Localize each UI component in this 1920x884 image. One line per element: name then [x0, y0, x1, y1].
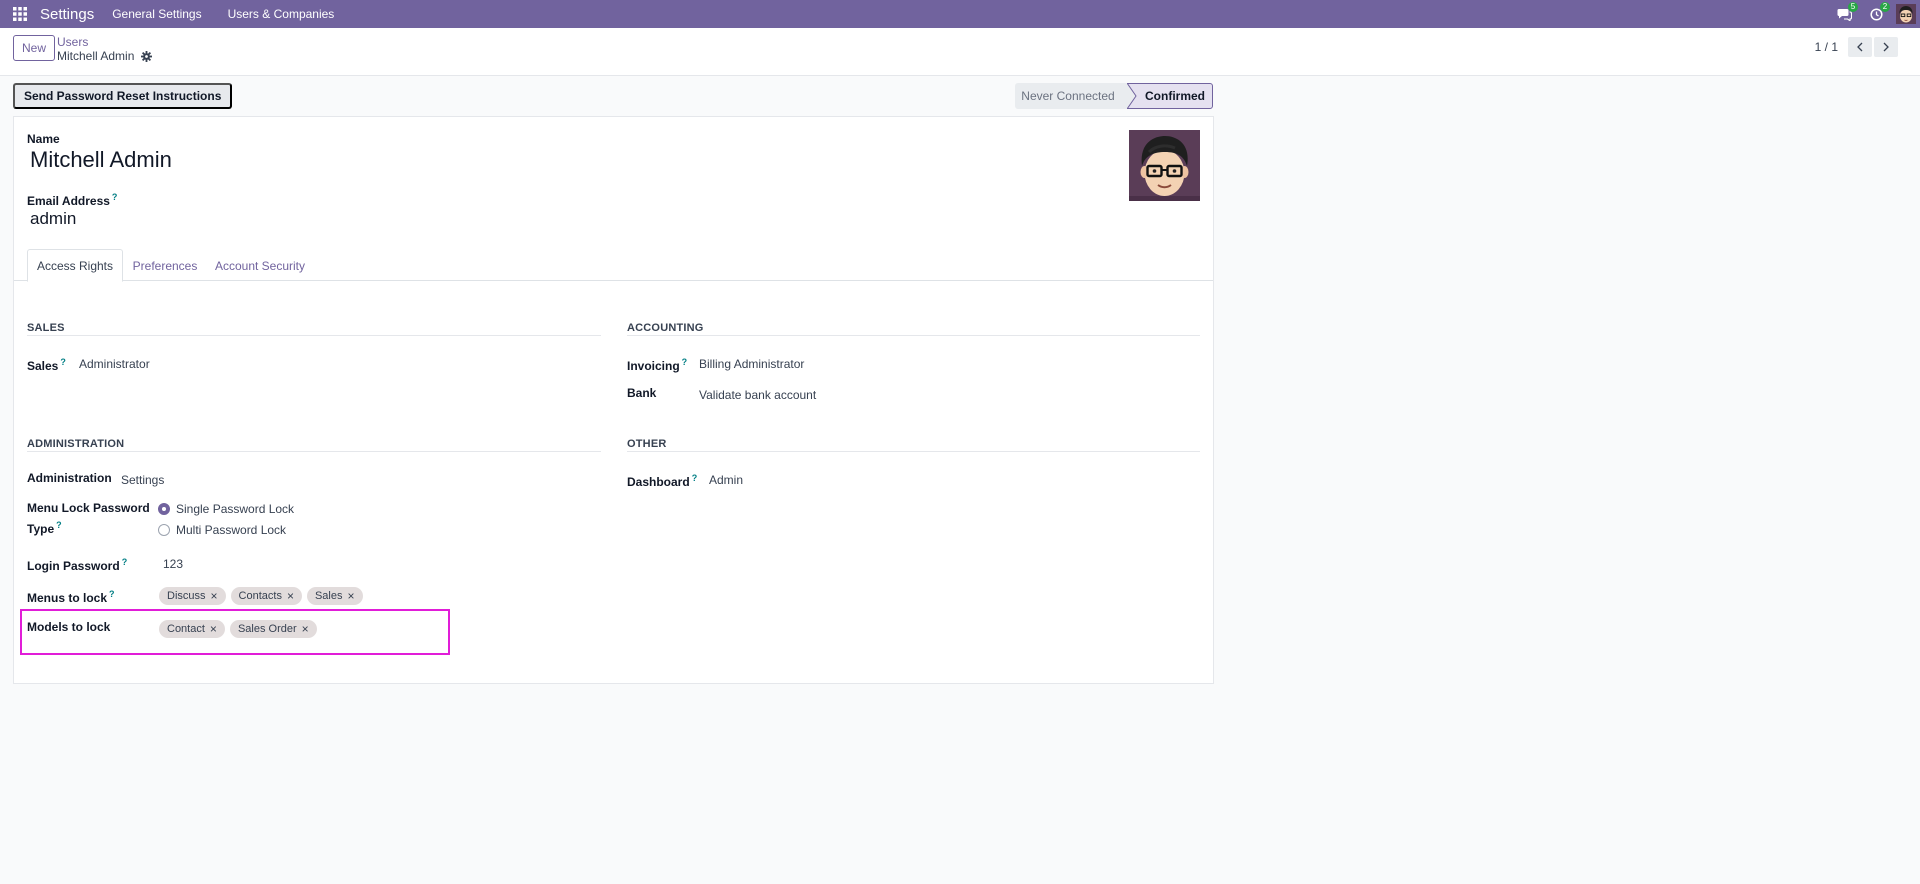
- group-title-administration: ADMINISTRATION: [27, 438, 125, 450]
- status-arrow-icon: [1127, 83, 1137, 109]
- menus-to-lock-tags[interactable]: Discuss × Contacts × Sales ×: [159, 587, 368, 605]
- menus-to-lock-label-text: Menus to lock: [27, 591, 108, 605]
- breadcrumb-current-label: Mitchell Admin: [57, 49, 135, 63]
- group-title-accounting: ACCOUNTING: [627, 322, 704, 334]
- invoicing-value[interactable]: Billing Administrator: [699, 357, 804, 371]
- email-help-icon[interactable]: ?: [112, 192, 118, 202]
- login-password-label: Login Password?: [27, 554, 127, 575]
- group-divider: [627, 335, 1200, 336]
- form-sheet: Name Mitchell Admin Email Address? admin…: [13, 116, 1214, 684]
- login-password-help-icon[interactable]: ?: [122, 557, 128, 567]
- group-title-other: OTHER: [627, 438, 667, 450]
- menu-lock-type-label: Menu Lock Password Type?: [27, 500, 150, 538]
- tag-remove-icon[interactable]: ×: [287, 589, 294, 603]
- radio-unchecked-icon[interactable]: [158, 524, 170, 536]
- tag-sales: Sales ×: [306, 587, 363, 605]
- tab-preferences[interactable]: Preferences: [123, 249, 207, 282]
- dashboard-value[interactable]: Admin: [709, 473, 743, 487]
- administration-label: Administration: [27, 471, 112, 485]
- invoicing-label-text: Invoicing: [627, 359, 680, 373]
- status-bar: Never Connected Confirmed: [1015, 83, 1213, 109]
- apps-menu-icon[interactable]: [0, 0, 40, 28]
- radio-multi-password-lock-label: Multi Password Lock: [176, 523, 287, 537]
- app-title[interactable]: Settings: [40, 6, 94, 23]
- send-password-reset-button[interactable]: Send Password Reset Instructions: [13, 83, 233, 109]
- tag-contacts: Contacts ×: [230, 587, 302, 605]
- menu-lock-type-label-line2: Type: [27, 522, 55, 536]
- control-panel: New Users Mitchell Admin 1 / 1: [0, 28, 1920, 76]
- invoicing-help-icon[interactable]: ?: [682, 357, 688, 367]
- radio-single-password-lock[interactable]: Single Password Lock: [158, 502, 294, 516]
- tag-label: Sales: [314, 590, 343, 602]
- pager: 1 / 1: [1815, 37, 1898, 57]
- dashboard-label-text: Dashboard: [627, 475, 690, 489]
- messages-count-badge: 5: [1848, 2, 1858, 12]
- radio-single-password-lock-label: Single Password Lock: [176, 502, 295, 516]
- menus-to-lock-label: Menus to lock?: [27, 586, 115, 607]
- menu-users-companies[interactable]: Users & Companies: [228, 7, 335, 21]
- messages-icon[interactable]: 5: [1828, 0, 1860, 28]
- user-photo[interactable]: [1129, 130, 1200, 201]
- status-never-connected[interactable]: Never Connected: [1015, 83, 1127, 109]
- tag-label: Discuss: [167, 590, 206, 602]
- pager-previous-icon[interactable]: [1848, 37, 1872, 57]
- breadcrumb-users-link[interactable]: Users: [57, 35, 88, 49]
- group-divider: [627, 451, 1200, 452]
- user-avatar[interactable]: [1892, 0, 1920, 28]
- new-button[interactable]: New: [13, 35, 56, 61]
- email-label: Email Address?: [27, 192, 117, 208]
- dashboard-help-icon[interactable]: ?: [692, 473, 698, 483]
- sales-label: Sales?: [27, 354, 66, 375]
- sales-value[interactable]: Administrator: [79, 357, 150, 371]
- bank-label: Bank: [627, 386, 657, 400]
- status-confirmed[interactable]: Confirmed: [1127, 83, 1213, 109]
- top-navbar: Settings General Settings Users & Compan…: [0, 0, 1920, 28]
- login-password-label-text: Login Password: [27, 559, 120, 573]
- login-password-value[interactable]: 123: [163, 557, 183, 571]
- menus-to-lock-help-icon[interactable]: ?: [109, 589, 115, 599]
- tag-remove-icon[interactable]: ×: [211, 589, 218, 603]
- menu-lock-type-help-icon[interactable]: ?: [56, 520, 62, 530]
- invoicing-label: Invoicing?: [627, 354, 687, 375]
- radio-checked-icon[interactable]: [158, 503, 170, 515]
- breadcrumb-current: Mitchell Admin: [57, 49, 153, 63]
- activities-clock-icon[interactable]: 2: [1860, 0, 1892, 28]
- email-label-text: Email Address: [27, 194, 110, 208]
- group-divider: [27, 451, 601, 452]
- menu-general-settings[interactable]: General Settings: [112, 7, 201, 21]
- tag-discuss: Discuss ×: [159, 587, 226, 605]
- status-confirmed-label: Confirmed: [1145, 89, 1205, 103]
- name-label: Name: [27, 132, 60, 146]
- pager-value[interactable]: 1 / 1: [1815, 40, 1838, 54]
- name-field[interactable]: Mitchell Admin: [30, 147, 172, 173]
- tag-label: Contacts: [238, 590, 282, 602]
- notebook-tabs: Access Rights Preferences Account Securi…: [14, 249, 1213, 282]
- activities-count-badge: 2: [1880, 2, 1890, 12]
- highlight-models-to-lock: [20, 609, 450, 655]
- bank-value[interactable]: Validate bank account: [699, 388, 816, 402]
- administration-value[interactable]: Settings: [121, 473, 164, 487]
- group-divider: [27, 335, 601, 336]
- pager-next-icon[interactable]: [1874, 37, 1898, 57]
- gear-icon[interactable]: [141, 50, 153, 62]
- group-title-sales: SALES: [27, 322, 65, 334]
- radio-multi-password-lock[interactable]: Multi Password Lock: [158, 523, 286, 537]
- tag-remove-icon[interactable]: ×: [348, 589, 355, 603]
- sales-label-text: Sales: [27, 359, 59, 373]
- tab-account-security[interactable]: Account Security: [207, 249, 313, 282]
- dashboard-label: Dashboard?: [627, 470, 697, 491]
- sales-help-icon[interactable]: ?: [60, 357, 66, 367]
- tab-access-rights[interactable]: Access Rights: [27, 249, 123, 282]
- menu-lock-type-label-line1: Menu Lock Password: [27, 501, 150, 515]
- email-field[interactable]: admin: [30, 209, 76, 229]
